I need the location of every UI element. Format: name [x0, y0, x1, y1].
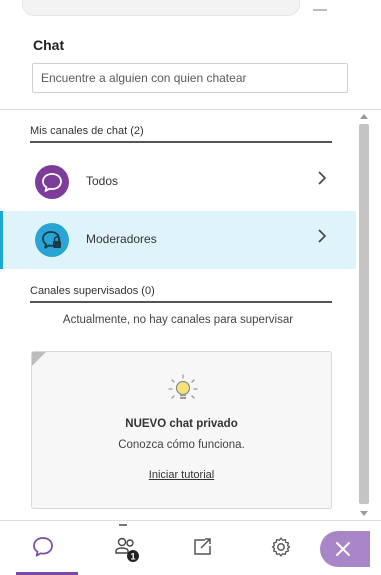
chat-icon — [33, 537, 53, 557]
attendees-badge: 1 — [130, 552, 135, 562]
section-rule — [30, 141, 332, 143]
tutorial-subtitle: Conozca cómo funciona. — [118, 439, 245, 451]
share-content-icon — [194, 538, 211, 555]
scroll-up-icon[interactable] — [360, 114, 368, 119]
panel-title: Chat — [33, 37, 65, 53]
channel-name: Todos — [86, 174, 119, 188]
supervised-channels-header: Canales supervisados (0) — [30, 285, 332, 303]
gear-icon — [271, 537, 291, 557]
card-corner — [32, 352, 46, 366]
channel-item-moderadores[interactable]: Moderadores — [0, 211, 356, 269]
chevron-right-icon — [318, 171, 327, 185]
search-input[interactable] — [32, 63, 348, 93]
lightbulb-icon — [168, 374, 198, 399]
tutorial-card: NUEVO chat privado Conozca cómo funciona… — [31, 351, 332, 509]
tab-chat[interactable] — [12, 521, 78, 575]
close-button[interactable] — [320, 531, 370, 567]
channel-name: Moderadores — [86, 232, 157, 246]
scrollbar[interactable] — [356, 112, 372, 518]
scrollbar-thumb[interactable] — [359, 124, 369, 504]
channel-item-todos[interactable]: Todos — [0, 153, 356, 211]
selected-accent — [0, 211, 3, 269]
start-tutorial-link[interactable]: Iniciar tutorial — [32, 469, 331, 481]
chevron-right-icon — [318, 229, 327, 243]
minimize-dash[interactable] — [313, 9, 327, 11]
attendees-icon: 1 — [115, 537, 139, 562]
moderator-chat-icon — [35, 223, 69, 257]
tab-share[interactable] — [172, 521, 232, 573]
bottom-tab-bar: 1 — [0, 520, 381, 575]
tab-settings[interactable] — [250, 521, 310, 573]
top-bar — [0, 0, 381, 20]
empty-state-text: Actualmente, no hay canales para supervi… — [62, 314, 294, 326]
top-pill — [22, 0, 300, 16]
tab-attendees[interactable]: 1 — [94, 521, 154, 573]
supervised-channels-header-label: Canales supervisados (0) — [30, 285, 155, 297]
divider — [0, 109, 381, 110]
scroll-down-icon[interactable] — [360, 511, 368, 516]
my-channels-header-label: Mis canales de chat (2) — [30, 125, 144, 137]
tutorial-title: NUEVO chat privado — [125, 418, 238, 430]
chat-bubble-icon — [35, 165, 69, 199]
close-icon — [336, 542, 350, 556]
my-channels-header: Mis canales de chat (2) — [30, 125, 332, 143]
section-rule — [30, 301, 332, 303]
